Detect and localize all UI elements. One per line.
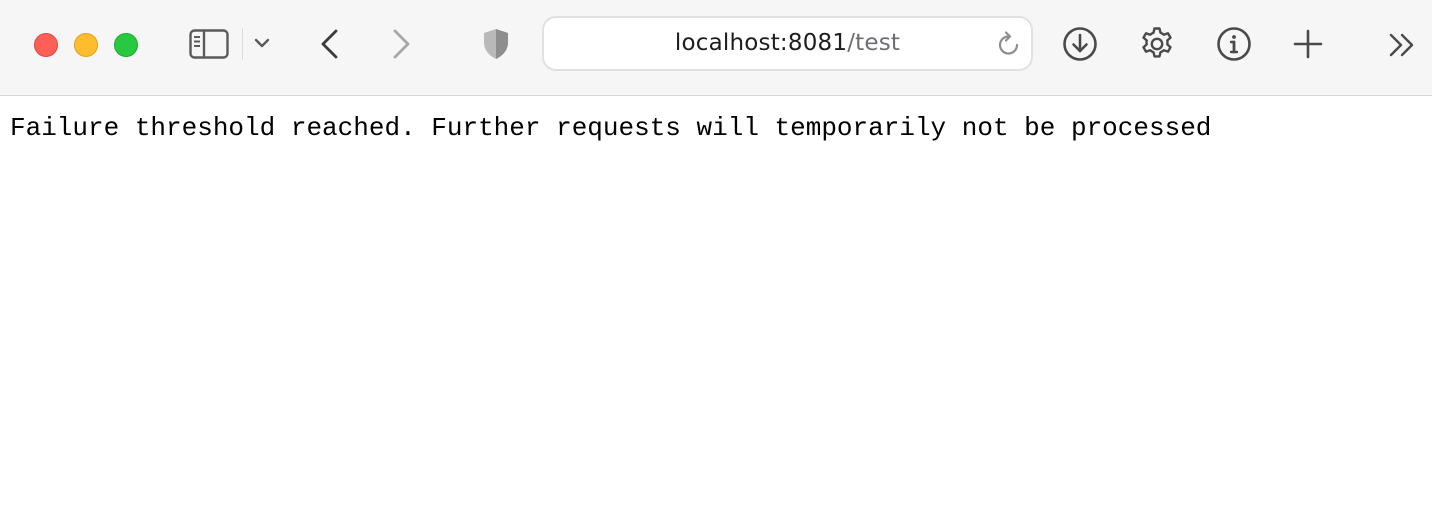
download-icon[interactable]: [1062, 26, 1098, 62]
plus-icon[interactable]: [1292, 28, 1324, 60]
minimize-window-button[interactable]: [74, 33, 98, 57]
browser-toolbar: localhost:8081/test: [0, 0, 1432, 96]
address-bar[interactable]: localhost:8081/test: [542, 16, 1033, 71]
chevron-down-icon[interactable]: [254, 37, 270, 49]
toolbar-separator: [242, 28, 243, 60]
zoom-window-button[interactable]: [114, 33, 138, 57]
address-url[interactable]: localhost:8081/test: [544, 18, 1031, 69]
address-path: /test: [847, 30, 901, 56]
chevron-left-icon[interactable]: [318, 28, 342, 60]
page-message: Failure threshold reached. Further reque…: [10, 113, 1212, 143]
gear-icon[interactable]: [1139, 26, 1175, 62]
shield-icon[interactable]: [481, 27, 511, 61]
reload-icon[interactable]: [996, 30, 1022, 58]
chevron-right-icon[interactable]: [389, 28, 413, 60]
address-host: localhost:8081: [674, 30, 848, 56]
close-window-button[interactable]: [34, 33, 58, 57]
sidebar-icon[interactable]: [189, 29, 229, 59]
info-icon[interactable]: [1216, 26, 1252, 62]
browser-window: localhost:8081/test Failure threshold re…: [0, 0, 1432, 506]
double-chevron-right-icon[interactable]: [1388, 32, 1418, 58]
